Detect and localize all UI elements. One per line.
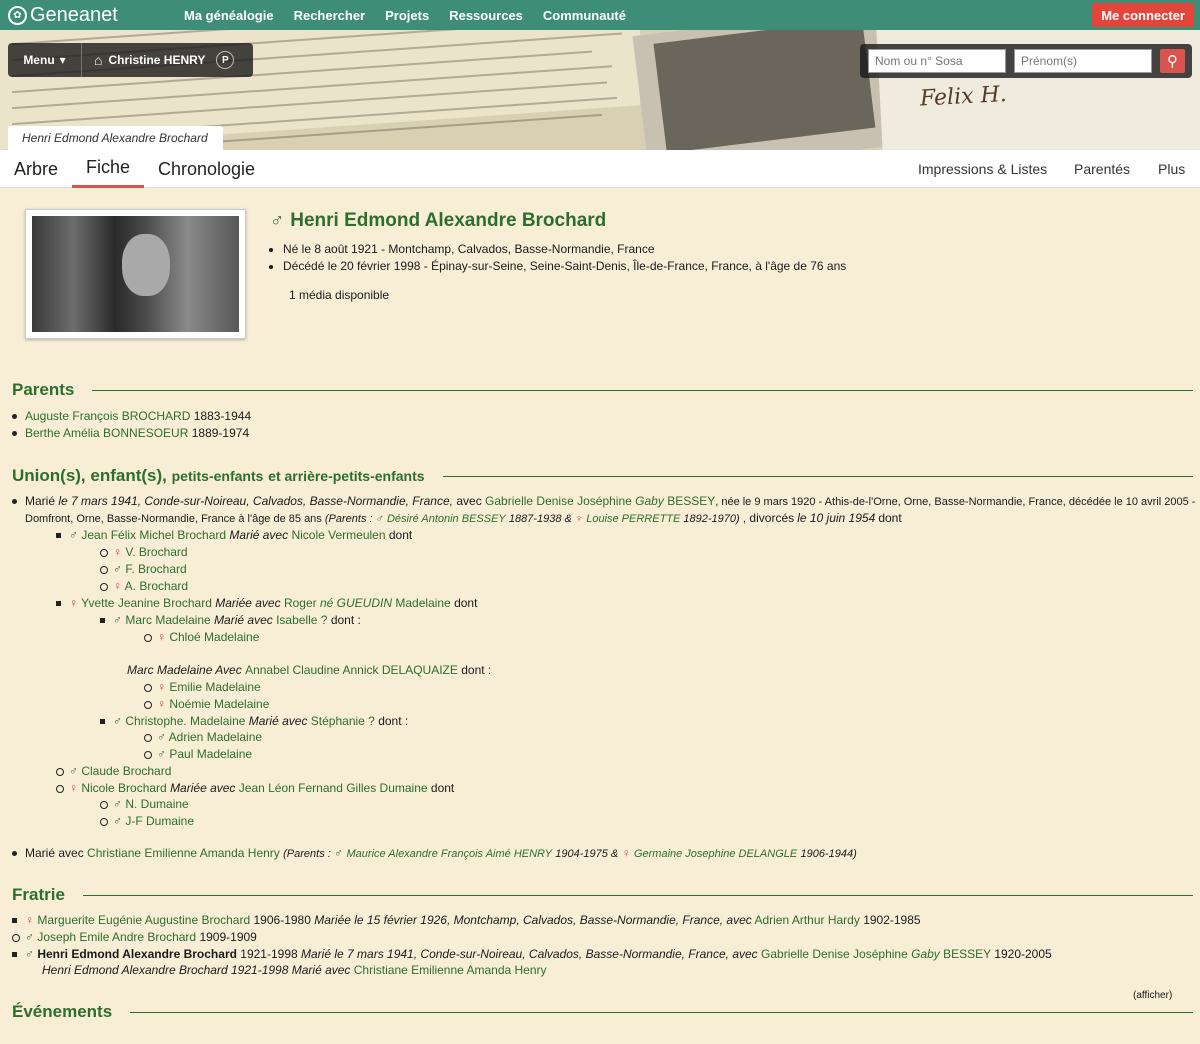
breadcrumb: Henri Edmond Alexandre Brochard xyxy=(8,126,223,150)
death-fact: Décédé le 20 février 1998 - Épinay-sur-S… xyxy=(283,258,846,275)
tab-chronologie[interactable]: Chronologie xyxy=(158,150,255,188)
top-bar: ✿ Geneanet Ma généalogie Rechercher Proj… xyxy=(0,0,1200,30)
nav-communaute[interactable]: Communauté xyxy=(543,8,626,23)
spouse-link[interactable]: Christiane Emilienne Amanda Henry xyxy=(87,846,280,860)
nav-ressources[interactable]: Ressources xyxy=(449,8,523,23)
male-icon: ♂ xyxy=(270,210,285,231)
parent-link[interactable]: Désiré Antonin BESSEY xyxy=(387,513,506,525)
great-grandchild-item: ♀ Noémie Madelaine xyxy=(143,697,270,711)
logo-text: Geneanet xyxy=(30,3,118,26)
menu-button[interactable]: Menu ▾ xyxy=(8,43,82,77)
grandchild-item: ♂ N. Dumaine xyxy=(100,797,189,811)
union-line-2: Domfront, Orne, Basse-Normandie, France … xyxy=(25,511,902,525)
nav-ma-genealogie[interactable]: Ma généalogie xyxy=(184,8,274,23)
second-union-line: Marc Madelaine Avec Annabel Claudine Ann… xyxy=(127,663,492,677)
child-item: ♀ Yvette Jeanine Brochard Mariée avec Ro… xyxy=(55,596,478,610)
parent-link[interactable]: Louise PERRETTE xyxy=(586,513,680,525)
grandchild-item: ♀ V. Brochard xyxy=(100,545,188,559)
great-grandchild-item: ♀ Emilie Madelaine xyxy=(144,680,261,694)
login-button[interactable]: Me connecter xyxy=(1092,3,1194,27)
search-box: ⚲ xyxy=(860,44,1192,78)
sibling-item: ♀ Marguerite Eugénie Augustine Brochard … xyxy=(12,913,921,927)
nav-projets[interactable]: Projets xyxy=(385,8,429,23)
parent-link[interactable]: Auguste François BROCHARD xyxy=(25,409,190,423)
tab-bar: Arbre Fiche Chronologie Impressions & Li… xyxy=(0,150,1200,188)
great-grandchild-item: ♀ Chloé Madelaine xyxy=(143,630,260,644)
sibling-item-self: ♂ Henri Edmond Alexandre Brochard 1921-1… xyxy=(12,947,1052,961)
tab-arbre[interactable]: Arbre xyxy=(14,150,58,188)
caret-down-icon: ▾ xyxy=(59,53,66,67)
events-section-title: Événements xyxy=(12,1001,1193,1023)
parent-link[interactable]: Berthe Amélia BONNESOEUR xyxy=(25,426,188,440)
tab-parentes[interactable]: Parentés xyxy=(1074,150,1130,188)
grandchild-item: ♀ A. Brochard xyxy=(99,579,189,593)
tab-plus[interactable]: Plus xyxy=(1158,150,1185,188)
person-header: ♂ Henri Edmond Alexandre Brochard xyxy=(270,210,606,232)
person-page: ♂Henri Edmond Alexandre Brochard Né le 8… xyxy=(0,188,1200,1044)
union-line: Marié le 7 mars 1941, Conde-sur-Noireau,… xyxy=(11,493,1195,511)
main-nav: Ma généalogie Rechercher Projets Ressour… xyxy=(184,0,626,30)
unions-section-title: Union(s), enfant(s), petits-enfants et a… xyxy=(12,465,1193,487)
sibling-item-self-2: Henri Edmond Alexandre Brochard 1921-199… xyxy=(42,963,547,977)
sibling-item: ♂ Joseph Emile Andre Brochard 1909-1909 xyxy=(12,930,257,944)
nav-rechercher[interactable]: Rechercher xyxy=(294,8,366,23)
grandchild-item: ♂ F. Brochard xyxy=(100,562,187,576)
union-line: Marié avec Christiane Emilienne Amanda H… xyxy=(12,845,857,863)
siblings-section-title: Fratrie xyxy=(12,884,1193,906)
great-grandchild-item: ♂ Adrien Madelaine xyxy=(143,730,263,744)
tree-menu-box: Menu ▾ ⌂ Christine HENRY P xyxy=(8,43,253,77)
child-item: ♂ Claude Brochard xyxy=(55,764,172,778)
name-search-input[interactable] xyxy=(868,49,1006,73)
grandchild-item: ♂ Marc Madelaine Marié avec Isabelle ? d… xyxy=(100,613,361,627)
grandchild-item: ♂ J-F Dumaine xyxy=(99,814,195,828)
grandchild-item: ♂ Christophe. Madelaine Marié avec Stéph… xyxy=(99,714,409,728)
afficher-link[interactable]: (afficher) xyxy=(1133,990,1172,1001)
home-icon: ⌂ xyxy=(94,52,103,68)
firstname-search-input[interactable] xyxy=(1014,49,1152,73)
portrait-photo[interactable] xyxy=(25,209,246,339)
menu-label: Menu xyxy=(23,53,55,67)
person-facts: Né le 8 août 1921 - Montchamp, Calvados,… xyxy=(283,241,846,275)
search-button[interactable]: ⚲ xyxy=(1160,49,1185,73)
list-item: Auguste François BROCHARD 1883-1944 xyxy=(11,409,252,423)
tab-impressions[interactable]: Impressions & Listes xyxy=(918,150,1047,188)
owner-name: Christine HENRY xyxy=(108,53,206,67)
parents-section-title: Parents xyxy=(12,379,1193,401)
list-item: Berthe Amélia BONNESOEUR 1889-1974 xyxy=(11,426,250,440)
media-count[interactable]: 1 média disponible xyxy=(289,288,389,302)
person-name: Henri Edmond Alexandre Brochard xyxy=(290,210,607,231)
child-item: ♀ Nicole Brochard Mariée avec Jean Léon … xyxy=(55,781,455,795)
child-item: ♂ Jean Félix Michel Brochard Marié avec … xyxy=(55,528,413,542)
geneanet-logo[interactable]: ✿ Geneanet xyxy=(8,4,118,26)
tab-fiche[interactable]: Fiche xyxy=(72,150,145,188)
search-icon: ⚲ xyxy=(1167,53,1178,70)
spouse-link[interactable]: Gabrielle Denise Joséphine Gaby BESSEY xyxy=(485,494,715,508)
tree-icon: ✿ xyxy=(8,5,27,25)
birth-fact: Né le 8 août 1921 - Montchamp, Calvados,… xyxy=(283,241,846,258)
great-grandchild-item: ♂ Paul Madelaine xyxy=(143,747,253,761)
premium-badge-icon: P xyxy=(216,51,235,69)
tree-owner-link[interactable]: ⌂ Christine HENRY P xyxy=(94,43,235,77)
